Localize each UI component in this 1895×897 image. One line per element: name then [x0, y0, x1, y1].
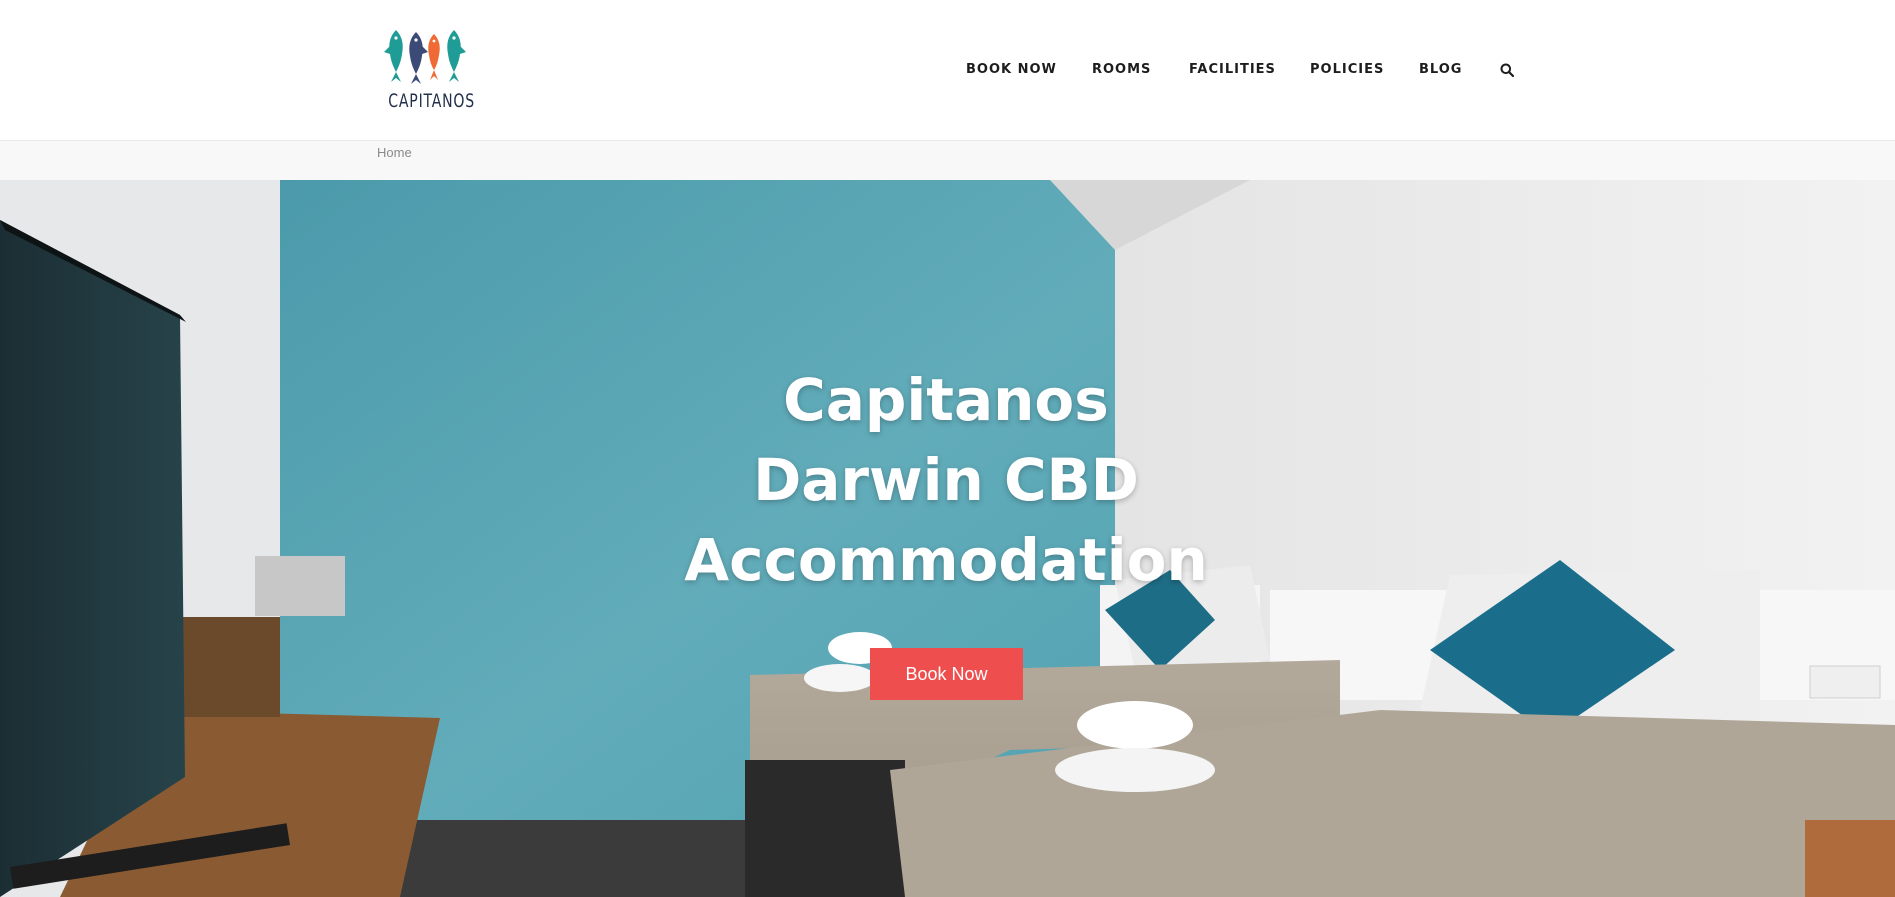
- nav-policies[interactable]: POLICIES: [1310, 62, 1384, 77]
- fish-logo-icon: [384, 30, 466, 84]
- hero-title-line-1: Capitanos: [783, 366, 1109, 434]
- hero-title-line-2: Darwin CBD: [753, 446, 1139, 514]
- site-header: CAPITANOS BOOK NOW ROOMS FACILITIES POLI…: [0, 0, 1895, 141]
- site-logo[interactable]: CAPITANOS: [380, 28, 475, 114]
- nav-blog[interactable]: BLOG: [1419, 62, 1462, 77]
- breadcrumb-bar: Home: [0, 141, 1895, 180]
- nav-rooms[interactable]: ROOMS: [1092, 62, 1151, 77]
- hero-section: Capitanos Darwin CBD Accommodation Book …: [0, 180, 1895, 897]
- brand-name: CAPITANOS: [388, 90, 475, 112]
- nav-book-now[interactable]: BOOK NOW: [966, 62, 1057, 77]
- nav-facilities[interactable]: FACILITIES: [1189, 62, 1276, 77]
- search-icon[interactable]: [1500, 63, 1518, 81]
- breadcrumb-home[interactable]: Home: [377, 145, 412, 160]
- book-now-button[interactable]: Book Now: [870, 648, 1023, 700]
- hero-title-line-3: Accommodation: [684, 526, 1208, 594]
- hero-title: Capitanos Darwin CBD Accommodation: [640, 360, 1252, 600]
